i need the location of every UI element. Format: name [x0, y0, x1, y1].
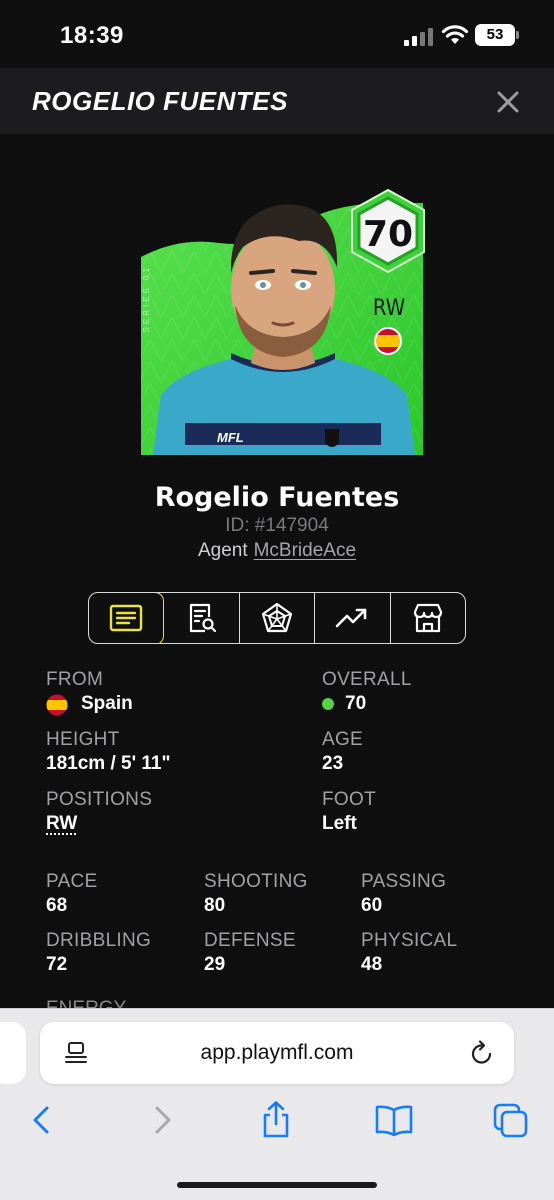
bookmarks-icon[interactable] — [374, 1100, 414, 1140]
from-value: Spain — [81, 693, 133, 714]
back-icon[interactable] — [22, 1100, 62, 1140]
tab-market[interactable] — [391, 593, 466, 643]
share-icon[interactable] — [256, 1100, 296, 1140]
tab-overview[interactable] — [89, 593, 164, 643]
wifi-icon — [441, 25, 469, 44]
stat-label: PHYSICAL — [361, 930, 458, 951]
reload-icon[interactable] — [469, 1039, 495, 1067]
previous-tab-peek[interactable] — [0, 1022, 26, 1084]
spain-flag-icon — [46, 694, 68, 716]
foot-value: Left — [322, 813, 357, 834]
overview-icon — [109, 604, 142, 632]
agent-label: Agent — [197, 540, 248, 561]
trend-icon — [335, 608, 367, 628]
overall-value: 70 — [345, 693, 367, 714]
battery-cap — [516, 31, 519, 39]
player-tab-bar — [88, 592, 466, 644]
card-position: RW — [372, 296, 406, 321]
status-bar: 18:39 53 — [0, 0, 554, 68]
foot-label: FOOT — [322, 789, 376, 810]
stat-value: 48 — [361, 954, 383, 975]
tab-progression[interactable] — [315, 593, 391, 643]
status-time: 18:39 — [60, 22, 124, 49]
positions-label: POSITIONS — [46, 789, 153, 810]
page-menu-icon[interactable] — [63, 1040, 89, 1066]
height-value: 181cm / 5' 11" — [46, 753, 171, 774]
stat-label: PASSING — [361, 871, 447, 892]
tabs-icon[interactable] — [491, 1100, 531, 1140]
stat-value: 60 — [361, 895, 383, 916]
card-series-label: SERIES 01 — [142, 265, 151, 333]
close-icon[interactable] — [494, 88, 522, 116]
positions-value[interactable]: RW — [46, 813, 77, 835]
player-id: ID: #147904 — [225, 515, 329, 536]
home-indicator — [177, 1182, 377, 1188]
stat-value: 68 — [46, 895, 68, 916]
battery-indicator: 53 — [475, 24, 515, 46]
tab-report[interactable] — [164, 593, 240, 643]
modal-header: ROGELIO FUENTES — [0, 68, 554, 134]
overall-label: OVERALL — [322, 669, 412, 690]
stat-label: PACE — [46, 871, 98, 892]
cellular-signal-icon — [404, 28, 433, 46]
stat-label: DEFENSE — [204, 930, 296, 951]
stat-value: 80 — [204, 895, 226, 916]
card-rating: 70 — [362, 214, 414, 255]
club-logo-text: MFL — [217, 430, 244, 445]
stat-label: DRIBBLING — [46, 930, 152, 951]
report-search-icon — [190, 603, 217, 633]
stat-value: 29 — [204, 954, 226, 975]
store-icon — [413, 603, 442, 633]
overall-status-dot — [322, 698, 334, 710]
from-label: FROM — [46, 669, 104, 690]
stat-label: SHOOTING — [204, 871, 308, 892]
address-bar[interactable]: app.playmfl.com — [40, 1022, 514, 1084]
age-label: AGE — [322, 729, 364, 750]
spain-flag-icon — [374, 327, 402, 355]
agent-row: Agent McBrideAce — [0, 540, 554, 562]
player-name: Rogelio Fuentes — [154, 482, 400, 513]
height-label: HEIGHT — [46, 729, 120, 750]
forward-icon[interactable] — [142, 1100, 182, 1140]
page-title: ROGELIO FUENTES — [32, 86, 288, 116]
stat-value: 72 — [46, 954, 68, 975]
radar-icon — [261, 602, 292, 633]
tab-attributes[interactable] — [240, 593, 315, 643]
age-value: 23 — [322, 753, 344, 774]
agent-link[interactable]: McBrideAce — [254, 540, 356, 561]
address-url: app.playmfl.com — [200, 1041, 354, 1064]
